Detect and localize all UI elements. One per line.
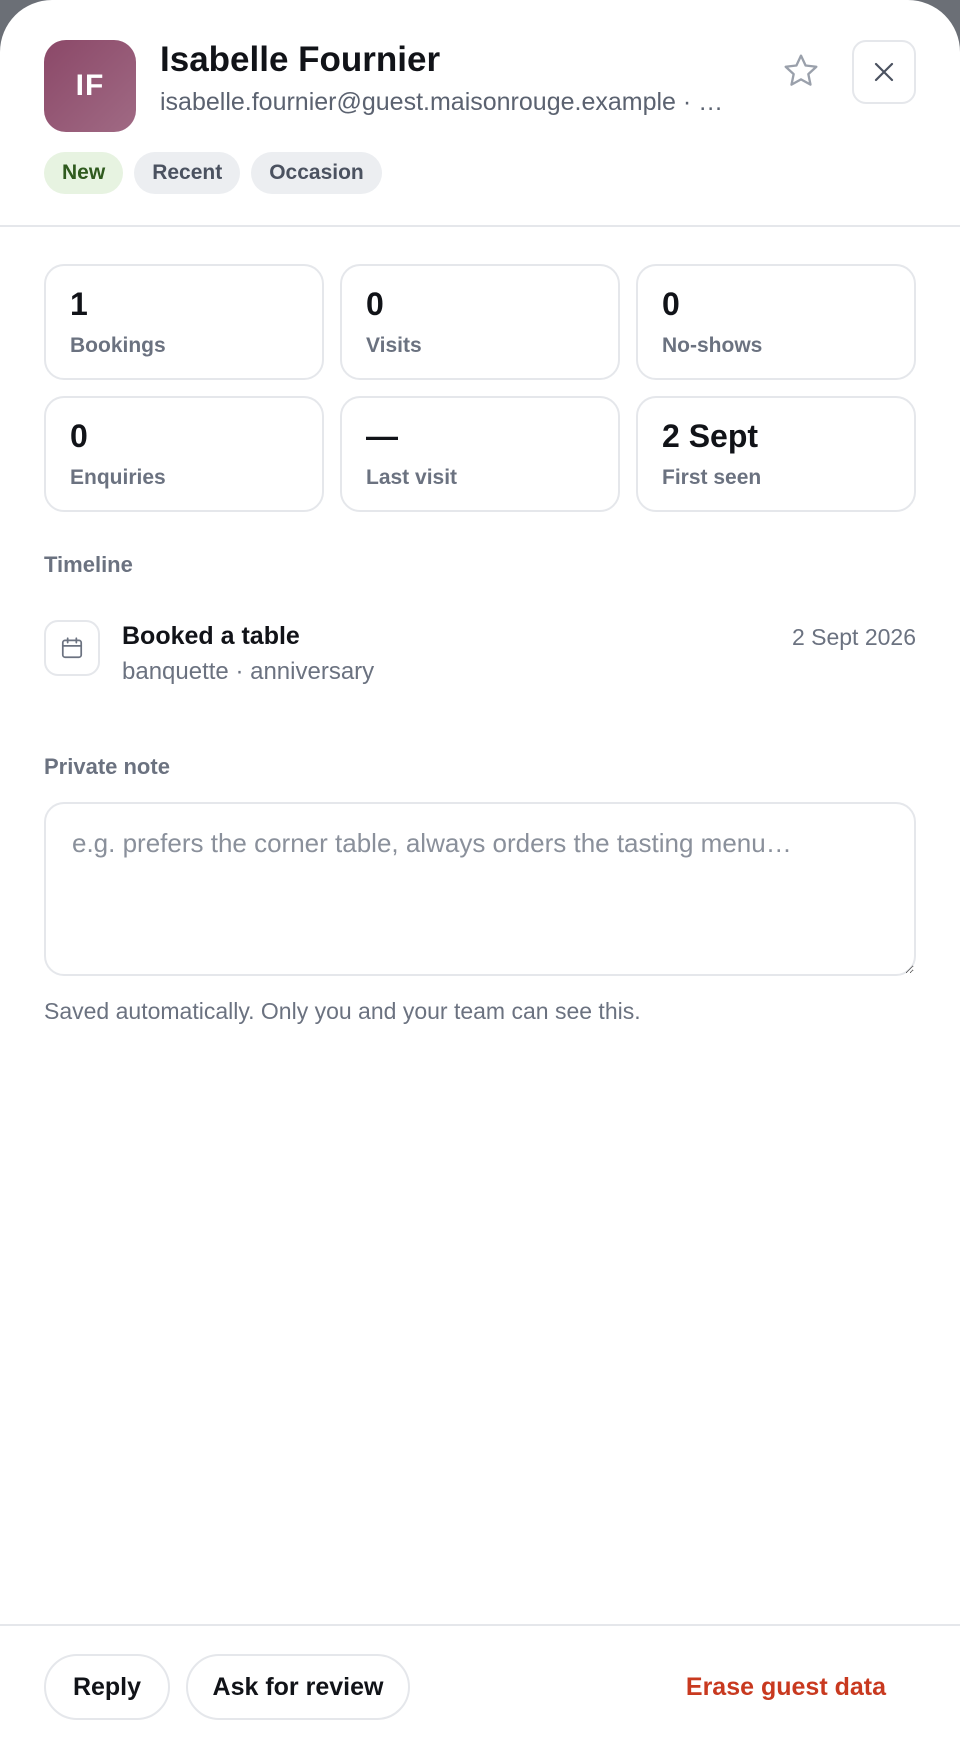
stat-first-seen: 2 Sept First seen xyxy=(636,396,916,512)
guest-tags: New Recent Occasion xyxy=(44,152,382,194)
stats-grid: 1 Bookings 0 Visits 0 No-shows 0 Enquiri… xyxy=(44,264,916,512)
timeline-item: Booked a table banquette · anniversary 2… xyxy=(44,620,916,700)
ask-for-review-button[interactable]: Ask for review xyxy=(186,1654,410,1720)
favorite-button[interactable] xyxy=(776,46,826,96)
avatar: IF xyxy=(44,40,136,132)
close-icon xyxy=(874,62,894,82)
stat-value: 2 Sept xyxy=(662,418,759,454)
timeline-item-title: Booked a table xyxy=(122,622,300,650)
guest-header: IF Isabelle Fournier isabelle.fournier@g… xyxy=(0,0,960,227)
timeline-item-date: 2 Sept 2026 xyxy=(791,624,916,650)
guest-profile-sheet: IF Isabelle Fournier isabelle.fournier@g… xyxy=(0,0,960,1744)
stat-label: No-shows xyxy=(662,334,763,357)
avatar-initials: IF xyxy=(75,69,105,102)
timeline-item-subtitle: banquette · anniversary xyxy=(122,658,375,685)
tag-recent[interactable]: Recent xyxy=(134,152,241,194)
stat-label: Visits xyxy=(366,334,422,357)
close-button[interactable] xyxy=(852,40,916,104)
erase-guest-data-button[interactable]: Erase guest data xyxy=(686,1654,886,1720)
private-note-title: Private note xyxy=(44,754,170,779)
reply-button[interactable]: Reply xyxy=(44,1654,170,1720)
stat-value: 0 xyxy=(366,286,384,322)
stat-value: 0 xyxy=(70,418,88,454)
stat-label: Bookings xyxy=(70,334,166,357)
guest-name: Isabelle Fournier xyxy=(160,40,441,79)
stat-last-visit: — Last visit xyxy=(340,396,620,512)
calendar-icon xyxy=(44,620,100,676)
star-icon xyxy=(784,54,818,86)
stat-label: Enquiries xyxy=(70,466,166,489)
footer-actions: Reply Ask for review Erase guest data xyxy=(0,1624,960,1744)
stat-label: First seen xyxy=(662,466,762,489)
private-note-input[interactable] xyxy=(44,802,916,976)
stat-value: — xyxy=(366,418,398,454)
stat-label: Last visit xyxy=(366,466,458,489)
tag-new[interactable]: New xyxy=(44,152,124,194)
timeline-title: Timeline xyxy=(44,552,133,577)
stat-value: 0 xyxy=(662,286,680,322)
stat-visits: 0 Visits xyxy=(340,264,620,380)
stat-enquiries: 0 Enquiries xyxy=(44,396,324,512)
stat-no-shows: 0 No-shows xyxy=(636,264,916,380)
private-note-hint: Saved automatically. Only you and your t… xyxy=(44,998,641,1024)
tag-occasion[interactable]: Occasion xyxy=(251,152,382,194)
guest-email[interactable]: isabelle.fournier@guest.maisonrouge.exam… xyxy=(160,88,748,117)
stat-value: 1 xyxy=(70,286,88,322)
stat-bookings: 1 Bookings xyxy=(44,264,324,380)
